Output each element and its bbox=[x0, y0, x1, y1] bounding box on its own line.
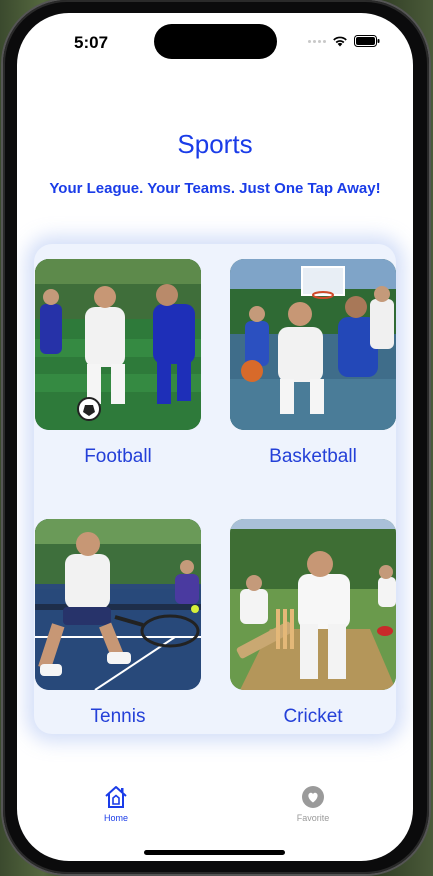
tab-bar: Home Favorite bbox=[17, 785, 413, 845]
tennis-image bbox=[35, 519, 201, 690]
home-indicator[interactable] bbox=[144, 850, 285, 855]
wifi-icon bbox=[333, 36, 347, 47]
cricket-image bbox=[230, 519, 396, 690]
page-tagline: Your League. Your Teams. Just One Tap Aw… bbox=[49, 180, 381, 197]
sport-label-tennis: Tennis bbox=[90, 706, 146, 727]
heart-icon bbox=[302, 786, 324, 808]
sport-label-cricket: Cricket bbox=[283, 706, 343, 727]
page-title: Sports bbox=[177, 129, 253, 159]
basketball-image bbox=[230, 259, 396, 430]
tab-home[interactable]: Home bbox=[86, 785, 146, 823]
sport-tile-basketball[interactable]: Basketball bbox=[230, 259, 396, 468]
cellular-signal-icon bbox=[308, 39, 326, 43]
sport-tile-tennis[interactable]: Tennis bbox=[35, 519, 201, 728]
sport-tile-football[interactable]: Football bbox=[35, 259, 201, 468]
status-icons bbox=[308, 35, 380, 47]
football-image bbox=[35, 259, 201, 430]
sport-label-basketball: Basketball bbox=[269, 446, 357, 467]
tab-favorite[interactable]: Favorite bbox=[283, 785, 343, 823]
status-time: 5:07 bbox=[74, 33, 109, 52]
tab-favorite-label: Favorite bbox=[296, 813, 330, 823]
sport-tile-cricket[interactable]: Cricket bbox=[230, 519, 396, 728]
dynamic-island bbox=[154, 24, 277, 59]
tab-home-label: Home bbox=[103, 813, 128, 823]
home-icon bbox=[105, 786, 127, 808]
app-screen: 5:07 Sports Your League. Your Teams. Jus… bbox=[17, 13, 413, 861]
battery-icon bbox=[354, 35, 380, 47]
sport-label-football: Football bbox=[84, 446, 152, 467]
